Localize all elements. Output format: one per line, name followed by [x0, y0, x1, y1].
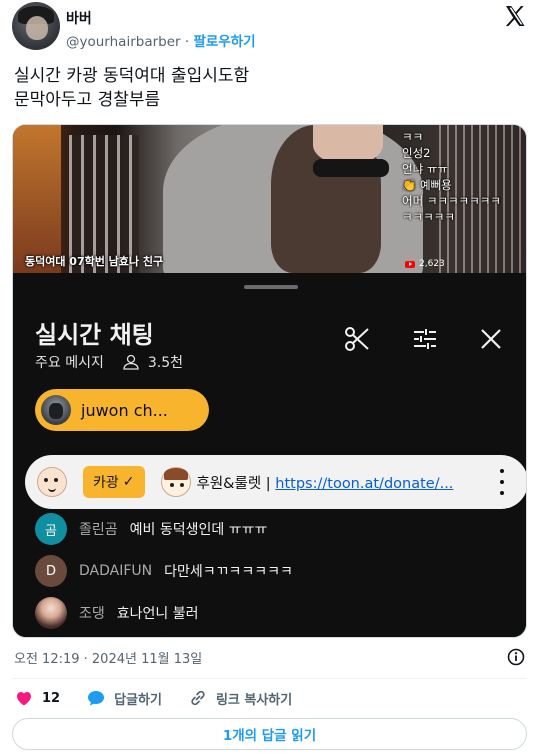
tweet-timestamp[interactable]: 오전 12:19 · 2024년 11월 13일: [14, 648, 202, 667]
author-handle-line: @yourhairbarber · 팔로우하기: [66, 30, 256, 50]
video-views: 2,623: [405, 259, 445, 269]
chat-author[interactable]: 조댕: [79, 603, 105, 623]
info-icon[interactable]: [507, 648, 525, 666]
avatar-face: [26, 16, 48, 40]
video-bg-shop: [13, 125, 61, 273]
like-button[interactable]: 12: [14, 688, 60, 708]
heart-icon: [17, 692, 31, 706]
chat-avatar[interactable]: D: [35, 555, 67, 587]
chat-avatar-photo[interactable]: [35, 597, 67, 629]
follow-button[interactable]: 팔로우하기: [193, 34, 255, 50]
like-count: 12: [42, 690, 61, 706]
pinned-emoji-avatar: [160, 467, 191, 497]
viewers-icon: [123, 354, 139, 370]
pinned-text: 후원&룰렛 | https://toon.at/donate/...: [197, 472, 454, 493]
scissors-icon[interactable]: [343, 325, 371, 353]
chat-avatar[interactable]: 곰: [35, 513, 67, 545]
reply-bubble-icon: [88, 691, 105, 706]
chat-message: 곰 졸린곰 예비 동덕생인데 ㅠㅠㅠ: [35, 513, 267, 545]
read-replies-button[interactable]: 1개의 답글 읽기: [12, 718, 527, 750]
chat-title: 실시간 채팅: [35, 321, 154, 349]
donor-name: juwon ch...: [81, 400, 168, 420]
x-logo-icon[interactable]: [503, 4, 527, 28]
chat-message: 조댕 효나언니 불러: [35, 597, 199, 629]
pinned-message[interactable]: 카광 ✓ 후원&룰렛 | https://toon.at/donate/...: [25, 455, 526, 509]
video-frame[interactable]: ㅋㅋ 인성2 언냐 ㅠㅠ 👏 예뻐용 어머 ㅋㅋㅋㅋㅋㅋㅋ ㅋㅋㅋㅋㅋ 동덕여대…: [13, 125, 526, 273]
handle-separator: ·: [184, 34, 190, 50]
chat-subtitle: 주요 메시지 3.5천: [35, 352, 183, 372]
video-overlay-chat: ㅋㅋ 인성2 언냐 ㅠㅠ 👏 예뻐용 어머 ㅋㅋㅋㅋㅋㅋㅋ ㅋㅋㅋㅋㅋ: [402, 130, 501, 224]
chat-author[interactable]: DADAIFUN: [79, 563, 152, 579]
reply-label: 답글하기: [114, 692, 162, 708]
live-chat-panel: 실시간 채팅 주요 메시지 3.5천 juwon ch... 카광 ✓ 후원&룰…: [13, 273, 526, 637]
copy-link-label: 링크 복사하기: [215, 692, 293, 708]
more-options-icon[interactable]: [500, 469, 504, 495]
divider: [12, 678, 527, 679]
close-icon[interactable]: [477, 325, 505, 353]
video-person-scarf: [313, 159, 389, 177]
viewer-count: 3.5천: [147, 355, 184, 371]
author-handle[interactable]: @yourhairbarber: [66, 34, 181, 50]
chat-text: 다만세ㅋㄲㅋㅋㅋㅋㅋ: [164, 564, 293, 580]
drag-handle[interactable]: [244, 285, 298, 289]
tweet-actions: 12 답글하기 링크 복사하기: [14, 688, 318, 708]
video-caption: 동덕여대 07학번 남효나 친구: [25, 255, 164, 268]
view-count: 2,623: [419, 259, 445, 269]
pinned-author-name: 카광: [93, 475, 119, 491]
pinned-author-avatar: [37, 467, 67, 497]
pinned-link[interactable]: https://toon.at/donate/...: [275, 476, 453, 492]
verified-check-icon: ✓: [122, 474, 135, 490]
donor-pill[interactable]: juwon ch...: [35, 389, 209, 431]
tune-icon[interactable]: [411, 325, 439, 353]
author-display-name[interactable]: 바버: [66, 8, 92, 28]
tweet-text: 실시간 카광 동덕여대 출입시도함 문막아두고 경찰부름: [14, 66, 250, 110]
link-icon: [191, 690, 205, 706]
donor-avatar: [41, 395, 71, 425]
chat-author[interactable]: 졸린곰: [79, 519, 118, 539]
chat-text: 예비 동덕생인데 ㅠㅠㅠ: [129, 522, 268, 538]
chat-mode[interactable]: 주요 메시지: [35, 352, 104, 372]
pinned-text-label: 후원&룰렛 |: [196, 475, 276, 492]
chat-message: D DADAIFUN 다만세ㅋㄲㅋㅋㅋㅋㅋ: [35, 555, 293, 587]
pinned-author-badge: 카광 ✓: [83, 466, 145, 498]
chat-text: 효나언니 불러: [116, 606, 199, 622]
youtube-icon: [405, 260, 415, 268]
tweet-media[interactable]: ㅋㅋ 인성2 언냐 ㅠㅠ 👏 예뻐용 어머 ㅋㅋㅋㅋㅋㅋㅋ ㅋㅋㅋㅋㅋ 동덕여대…: [12, 124, 527, 638]
copy-link-button[interactable]: 링크 복사하기: [188, 688, 292, 708]
author-avatar[interactable]: [12, 2, 60, 50]
reply-button[interactable]: 답글하기: [86, 688, 162, 708]
